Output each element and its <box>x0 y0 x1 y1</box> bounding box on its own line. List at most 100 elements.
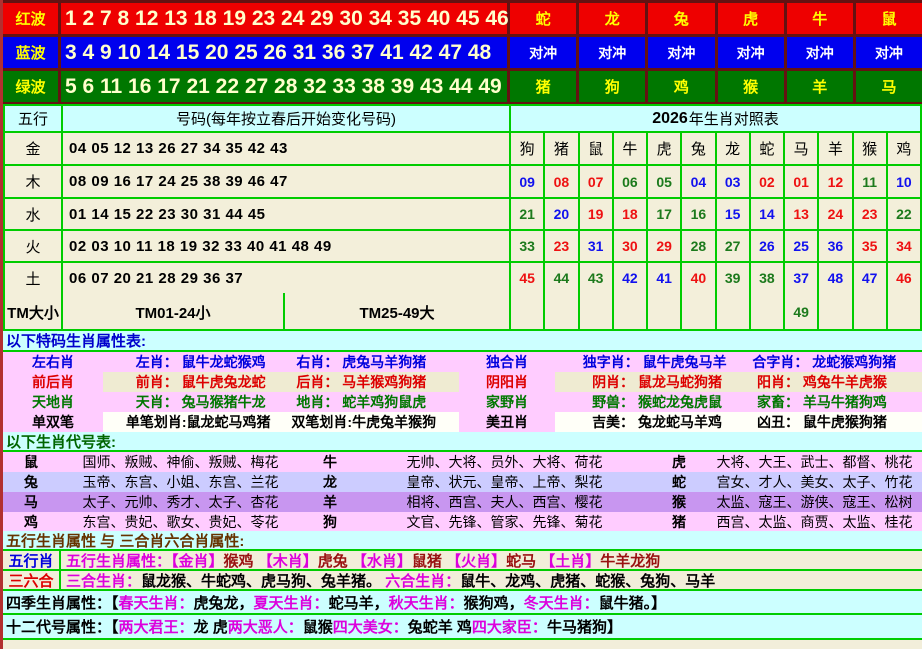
sanliu-row-content: 三合生肖：鼠龙猴、牛蛇鸡、虎马狗、兔羊猪。 六合生肖：鼠牛、龙鸡、虎猪、蛇猴、兔… <box>61 570 715 591</box>
tm-label: TM大小 <box>5 293 63 331</box>
attr-values-left: 左肖： 鼠牛龙蛇猴鸡右肖： 虎兔马羊狗猪 <box>105 352 457 372</box>
tm-cell <box>545 293 579 331</box>
attr-section-title: 以下特码生肖属性表: <box>3 331 922 352</box>
zodiac-number-cell: 43 <box>580 263 614 293</box>
text-segment: 猴鸡 <box>224 553 258 570</box>
attr-value: 天肖： 兔马猴猪牛龙 <box>136 392 266 412</box>
zodiac-number-cell: 28 <box>682 231 716 261</box>
sanliu-attr-row: 三六合 三合生肖：鼠龙猴、牛蛇鸡、虎马狗、兔羊猪。 六合生肖：鼠牛、龙鸡、虎猪、… <box>3 571 922 591</box>
text-segment: 虎兔龙， <box>194 592 254 613</box>
zodiac-column-header: 虎 <box>648 133 682 164</box>
zodiac-number-cell: 08 <box>545 166 579 197</box>
zodiac-number-cell: 41 <box>648 263 682 293</box>
text-segment: 【土肖】 <box>540 553 600 570</box>
text-segment: 【金肖】 <box>171 553 224 570</box>
element-label: 火 <box>5 231 63 261</box>
element-label: 木 <box>5 166 63 197</box>
wuxing-row-label: 五行肖 <box>3 551 61 569</box>
wave-section: 红波1 2 7 8 12 13 18 19 23 24 29 30 34 35 … <box>3 0 922 104</box>
attr-values-left: 单笔划肖:鼠龙蛇马鸡猪双笔划肖:牛虎兔羊猴狗 <box>105 412 457 432</box>
zodiac-number-cell: 06 <box>614 166 648 197</box>
zodiac-column-header: 羊 <box>819 133 853 164</box>
zodiac-code-label: 猪 <box>653 512 705 532</box>
tm-cell <box>580 293 614 331</box>
zodiac-column-header: 猪 <box>545 133 579 164</box>
wave-zodiac-cell: 对冲 <box>648 37 714 68</box>
wave-numbers: 3 4 9 10 14 15 20 25 26 31 36 37 41 42 4… <box>61 37 507 68</box>
tm-cell <box>717 293 751 331</box>
attr-value: 独字肖： 鼠牛虎兔马羊 <box>583 352 727 372</box>
year-label: 2026 <box>652 110 688 128</box>
zodiac-number-cell: 29 <box>648 231 682 261</box>
text-segment: 龙 虎 <box>194 616 228 637</box>
text-segment: 两大恶人： <box>228 616 303 637</box>
zodiac-number-cell: 13 <box>785 199 819 229</box>
zodiac-column-header: 龙 <box>717 133 751 164</box>
zodiac-number-cell: 39 <box>717 263 751 293</box>
text-segment: 兔蛇羊 鸡 <box>408 616 472 637</box>
zodiac-code-value: 西宫、太监、商贾、太监、桂花 <box>707 512 922 532</box>
zodiac-number-cell: 12 <box>819 166 853 197</box>
text-segment: 冬天生肖： <box>524 592 599 613</box>
tm-cell <box>614 293 648 331</box>
attr-value: 家畜： 羊马牛猪狗鸡 <box>757 392 887 412</box>
zodiac-code-value: 太子、元帅、秀才、太子、杏花 <box>59 492 302 512</box>
attr-value: 右肖： 虎兔马羊狗猪 <box>296 352 426 372</box>
zodiac-code-value: 皇帝、状元、皇帝、上帝、梨花 <box>358 472 651 492</box>
zodiac-number-cell: 37 <box>785 263 819 293</box>
zodiac-number-cell: 47 <box>854 263 888 293</box>
zodiac-number-cell: 34 <box>888 231 920 261</box>
text-segment: 鼠牛、龙鸡、虎猪、蛇猴、兔狗、马羊 <box>460 573 715 590</box>
zodiac-code-value: 宫女、才人、美女、太子、竹花 <box>707 472 922 492</box>
text-segment: 六合生肖： <box>385 573 460 590</box>
sanliu-row-label: 三六合 <box>3 571 61 589</box>
wave-zodiac-cell: 狗 <box>579 71 645 102</box>
zodiac-code-label: 鼠 <box>5 452 57 472</box>
element-label: 土 <box>5 263 63 293</box>
tm-cell <box>751 293 785 331</box>
attr-group-label: 单双笔 <box>3 412 103 432</box>
zodiac-number-cell: 40 <box>682 263 716 293</box>
zodiac-column-header: 狗 <box>511 133 545 164</box>
text-segment: 猴狗鸡， <box>464 592 524 613</box>
zodiac-number-cell: 16 <box>682 199 716 229</box>
element-zodiac-cells: 212019181716151413242322 <box>511 199 920 229</box>
text-segment: 五行生肖属性： <box>66 553 171 570</box>
attr-value: 合字肖： 龙蛇猴鸡狗猪 <box>752 352 896 372</box>
element-zodiac-cells: 090807060504030201121110 <box>511 166 920 197</box>
zodiac-number-cell: 19 <box>580 199 614 229</box>
zodiac-code-label: 狗 <box>304 512 356 532</box>
element-label: 金 <box>5 133 63 164</box>
element-rows: 金04 05 12 13 26 27 34 35 42 43狗猪鼠牛虎兔龙蛇马羊… <box>5 133 920 293</box>
text-segment: 蛇马羊， <box>329 592 389 613</box>
zodiac-code-label: 牛 <box>304 452 356 472</box>
bottom-strip <box>3 640 922 649</box>
zodiac-number-cell: 45 <box>511 263 545 293</box>
zodiac-code-label: 兔 <box>5 472 57 492</box>
wave-row-red: 红波1 2 7 8 12 13 18 19 23 24 29 30 34 35 … <box>3 3 922 34</box>
wave-zodiac-cell: 鸡 <box>648 71 714 102</box>
element-zodiac-cells: 454443424140393837484746 <box>511 263 920 293</box>
elements-header-row: 五行 号码(每年按立春后开始变化号码) 2026 年生肖对照表 <box>5 106 920 133</box>
zodiac-number-cell: 01 <box>785 166 819 197</box>
wave-zodiac-cell: 兔 <box>648 3 714 34</box>
zodiac-number-cell: 03 <box>717 166 751 197</box>
text-segment: 【水肖】 <box>352 553 412 570</box>
zodiac-number-cell: 04 <box>682 166 716 197</box>
zodiac-number-cell: 35 <box>854 231 888 261</box>
text-segment: 【火肖】 <box>446 553 506 570</box>
zodiac-code-value: 无帅、大将、员外、大将、荷花 <box>358 452 651 472</box>
wuxing-header-cell: 五行 <box>5 106 63 131</box>
zodiac-column-header: 马 <box>785 133 819 164</box>
text-segment: 三合生肖： <box>66 573 141 590</box>
attr-row: 天地肖天肖： 兔马猴猪牛龙地肖： 蛇羊鸡狗鼠虎家野肖野兽： 猴蛇龙兔虎鼠家畜： … <box>3 392 922 412</box>
zodiac-number-cell: 10 <box>888 166 920 197</box>
zodiac-number-cell: 33 <box>511 231 545 261</box>
zodiac-column-header: 鸡 <box>888 133 920 164</box>
daihao-attr-line: 十二代号属性：【两大君王：龙 虎 两大恶人：鼠猴 四大美女：兔蛇羊 鸡 四大家臣… <box>3 615 922 640</box>
numbers-header-cell: 号码(每年按立春后开始变化号码) <box>63 106 511 131</box>
wuxing-attr-row: 五行肖 五行生肖属性：【金肖】猴鸡 【木肖】虎兔 【水肖】鼠猪 【火肖】蛇马 【… <box>3 551 922 571</box>
element-numbers: 08 09 16 17 24 25 38 39 46 47 <box>63 166 511 197</box>
tm-cell <box>682 293 716 331</box>
tm-cell <box>511 293 545 331</box>
